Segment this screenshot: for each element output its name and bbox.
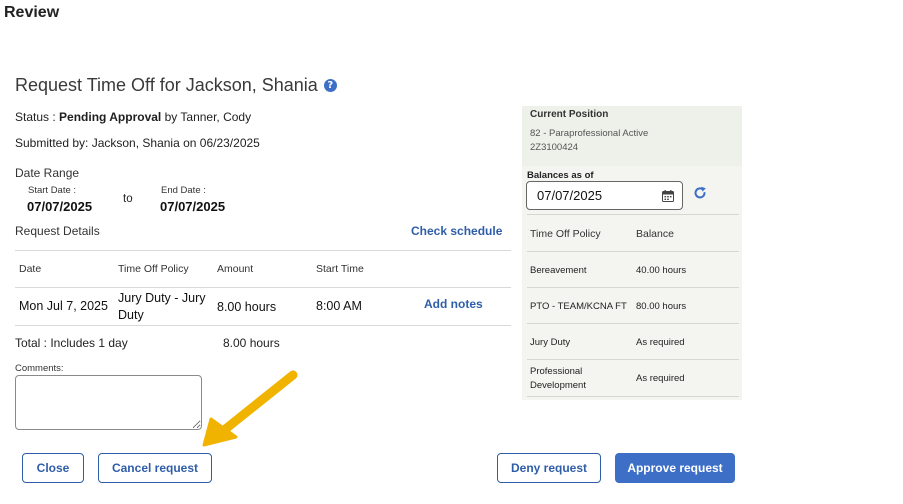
col-header-policy: Time Off Policy xyxy=(118,263,189,275)
page-title-text: Request Time Off for Jackson, Shania xyxy=(15,75,318,95)
add-notes-link[interactable]: Add notes xyxy=(424,297,483,311)
request-details-label: Request Details xyxy=(15,224,100,238)
col-header-amount: Amount xyxy=(217,263,254,275)
panel-divider xyxy=(527,287,739,288)
panel-divider xyxy=(527,396,739,397)
end-date-value: 07/07/2025 xyxy=(160,199,226,214)
row-policy-line2: Duty xyxy=(118,308,144,322)
calendar-icon[interactable] xyxy=(662,190,674,202)
total-label: Total : Includes 1 day xyxy=(15,336,128,350)
position-name: 82 - Paraprofessional Active xyxy=(530,128,649,139)
row-start-time: 8:00 AM xyxy=(316,299,362,313)
start-date-label: Start Date : xyxy=(28,185,77,196)
approve-request-button[interactable]: Approve request xyxy=(615,453,735,483)
balances-date-input[interactable]: 07/07/2025 xyxy=(526,181,683,210)
table-divider-bottom xyxy=(15,325,511,326)
status-suffix: by Tanner, Cody xyxy=(161,110,252,124)
comments-input[interactable] xyxy=(15,375,202,430)
balance-policy: Bereavement xyxy=(530,265,587,276)
position-code: 2Z3100424 xyxy=(530,142,579,153)
balances-as-of-label: Balances as of xyxy=(527,170,594,181)
comments-label: Comments: xyxy=(15,363,64,374)
page-title: Request Time Off for Jackson, Shania ? xyxy=(15,75,337,96)
balances-date-value: 07/07/2025 xyxy=(537,188,603,203)
review-title: Review xyxy=(4,4,60,21)
deny-request-button[interactable]: Deny request xyxy=(497,453,601,483)
total-amount: 8.00 hours xyxy=(223,336,280,350)
balance-value: As required xyxy=(636,337,685,348)
panel-col-policy: Time Off Policy xyxy=(530,228,601,240)
row-policy-line1: Jury Duty - Jury xyxy=(118,291,206,305)
close-button[interactable]: Close xyxy=(22,453,84,483)
status-label: Status : xyxy=(15,110,60,124)
panel-divider xyxy=(527,214,739,215)
balance-policy: Jury Duty xyxy=(530,337,571,348)
end-date-label: End Date : xyxy=(161,185,206,196)
balance-policy-line2: Development xyxy=(530,380,586,391)
status-value: Pending Approval xyxy=(59,110,162,124)
balance-policy-line1: Professional xyxy=(530,366,583,377)
date-range-label: Date Range xyxy=(15,166,80,180)
balance-value: 80.00 hours xyxy=(636,301,687,312)
balance-policy: PTO - TEAM/KCNA FT xyxy=(530,301,627,312)
panel-divider xyxy=(527,323,739,324)
annotation-arrow-icon xyxy=(202,370,298,447)
to-label: to xyxy=(123,193,133,205)
balance-value: 40.00 hours xyxy=(636,265,687,276)
row-date: Mon Jul 7, 2025 xyxy=(19,299,108,313)
table-divider-top xyxy=(15,250,511,251)
table-divider-header xyxy=(15,287,511,288)
start-date-value: 07/07/2025 xyxy=(27,199,93,214)
col-header-date: Date xyxy=(19,263,42,275)
panel-divider xyxy=(527,251,739,252)
check-schedule-link[interactable]: Check schedule xyxy=(411,224,502,238)
panel-col-balance: Balance xyxy=(636,228,674,240)
cancel-request-button[interactable]: Cancel request xyxy=(98,453,212,483)
submitted-line: Submitted by: Jackson, Shania on 06/23/2… xyxy=(15,136,260,150)
panel-divider xyxy=(527,359,739,360)
help-icon[interactable]: ? xyxy=(323,79,337,92)
col-header-start-time: Start Time xyxy=(316,263,364,275)
row-amount: 8.00 hours xyxy=(217,300,277,314)
balance-value: As required xyxy=(636,373,685,384)
current-position-label: Current Position xyxy=(530,109,609,120)
status-line: Status : Pending Approval by Tanner, Cod… xyxy=(15,110,251,124)
refresh-icon[interactable] xyxy=(693,186,707,200)
